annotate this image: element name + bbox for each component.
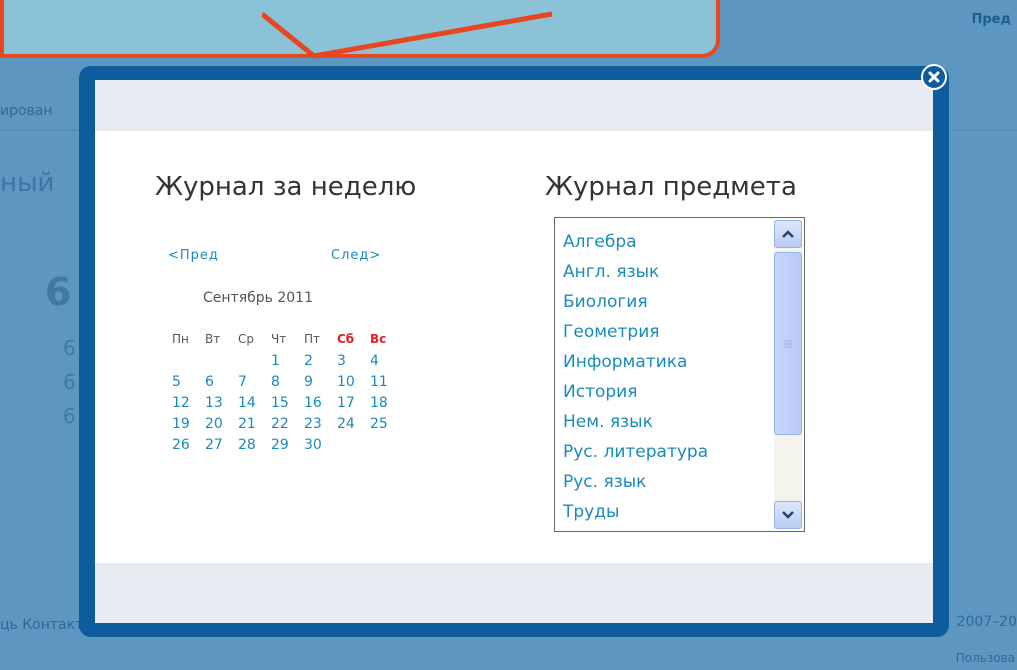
calendar-day[interactable]: 12 — [168, 395, 201, 416]
calendar-day[interactable]: 6 — [201, 374, 234, 395]
close-button[interactable] — [921, 64, 947, 90]
calendar-day[interactable]: 30 — [300, 437, 333, 458]
calendar-day[interactable]: 7 — [234, 374, 267, 395]
subject-listbox[interactable]: Алгебра Англ. язык Биология Геометрия Информ… — [554, 217, 805, 532]
calendar-day[interactable]: 10 — [333, 374, 366, 395]
calendar-empty-cell — [234, 353, 267, 374]
calendar-weekday: Ср — [238, 332, 254, 346]
subject-option[interactable]: Рус. язык — [563, 467, 708, 497]
calendar-day[interactable]: 9 — [300, 374, 333, 395]
calendar-empty-cell — [333, 437, 366, 458]
calendar-week-row: 19 20 21 22 23 24 25 — [168, 416, 399, 437]
scroll-down-button[interactable] — [774, 501, 802, 529]
bg-footer-copyright: 2007–20 — [956, 614, 1017, 630]
subject-option[interactable]: Геометрия — [563, 317, 708, 347]
close-icon — [928, 71, 940, 83]
chevron-up-icon — [782, 230, 794, 238]
calendar-nav: <Пред След> — [168, 248, 400, 272]
calendar-week-row: 26 27 28 29 30 — [168, 437, 399, 458]
subject-option[interactable]: Биология — [563, 287, 708, 317]
subject-items: Алгебра Англ. язык Биология Геометрия Информ… — [563, 227, 708, 527]
calendar-week-row: 1234 — [168, 353, 399, 374]
calendar-prev-link[interactable]: <Пред — [168, 248, 219, 263]
grip-icon — [784, 340, 792, 347]
modal-footer — [95, 563, 933, 623]
calendar-grid: Пн Вт Ср Чт Пт Сб Вс 1 2 3 4 5 6 7 8 9 10 11 12 13 14 15 16 17 1… — [168, 332, 399, 458]
calendar-day[interactable]: 13 — [201, 395, 234, 416]
subject-option[interactable]: История — [563, 377, 708, 407]
calendar-day[interactable]: 20 — [201, 416, 234, 437]
calendar-day[interactable]: 8 — [267, 374, 300, 395]
callout-tail — [262, 10, 553, 59]
calendar-day[interactable]: 5 — [168, 374, 201, 395]
calendar-day[interactable]: 23 — [300, 416, 333, 437]
calendar-empty-cell — [366, 437, 399, 458]
subject-option[interactable]: Англ. язык — [563, 257, 708, 287]
calendar-day[interactable]: 27 — [201, 437, 234, 458]
modal-header — [95, 80, 933, 131]
calendar-day[interactable]: 24 — [333, 416, 366, 437]
calendar-day[interactable]: 3 — [333, 353, 366, 374]
calendar-day[interactable]: 25 — [366, 416, 399, 437]
subject-scrollbar[interactable] — [774, 220, 802, 529]
subject-option[interactable]: Алгебра — [563, 227, 708, 257]
calendar-week-row: 12 13 14 15 16 17 18 — [168, 395, 399, 416]
chevron-down-icon — [782, 511, 794, 519]
calendar-month-label: Сентябрь 2011 — [203, 290, 313, 306]
calendar-day[interactable]: 19 — [168, 416, 201, 437]
calendar-weekday-row: Пн Вт Ср Чт Пт Сб Вс — [168, 332, 399, 353]
bg-top-right-link: Пред — [971, 12, 1011, 27]
calendar-weekday: Чт — [271, 332, 287, 346]
calendar-day[interactable]: 4 — [366, 353, 399, 374]
calendar-day[interactable]: 22 — [267, 416, 300, 437]
calendar-weekday: Пн — [172, 332, 189, 346]
subject-option[interactable]: Рус. литература — [563, 437, 708, 467]
bg-footer-user: Пользова — [955, 651, 1015, 665]
calendar-day[interactable]: 16 — [300, 395, 333, 416]
calendar: <Пред След> Сентябрь 2011 Пн Вт Ср Чт Пт Сб Вс… — [168, 248, 400, 453]
calendar-weekday: Сб — [337, 332, 355, 346]
bg-big-number: 6 — [45, 270, 72, 314]
calendar-weekday: Вт — [205, 332, 221, 346]
subject-journal-title: Журнал предмета — [545, 172, 797, 202]
calendar-day[interactable]: 28 — [234, 437, 267, 458]
calendar-day[interactable]: 14 — [234, 395, 267, 416]
scroll-up-button[interactable] — [774, 220, 802, 248]
calendar-empty-cell — [201, 353, 234, 374]
bg-small-number: 6 — [63, 336, 76, 360]
calendar-empty-cell — [168, 353, 201, 374]
calendar-week-row: 5 6 7 8 9 10 11 — [168, 374, 399, 395]
subject-option[interactable]: Труды — [563, 497, 708, 527]
calendar-next-link[interactable]: След> — [331, 248, 381, 263]
bg-left-text-2: ный — [0, 168, 55, 198]
calendar-day[interactable]: 26 — [168, 437, 201, 458]
calendar-day[interactable]: 21 — [234, 416, 267, 437]
calendar-weekday: Вс — [370, 332, 387, 346]
calendar-day[interactable]: 15 — [267, 395, 300, 416]
calendar-day[interactable]: 11 — [366, 374, 399, 395]
calendar-day[interactable]: 2 — [300, 353, 333, 374]
calendar-weekday: Пт — [304, 332, 321, 346]
calendar-day[interactable]: 17 — [333, 395, 366, 416]
subject-option[interactable]: Нем. язык — [563, 407, 708, 437]
calendar-day[interactable]: 1 — [267, 353, 300, 374]
bg-small-number: 6 — [63, 370, 76, 394]
bg-small-number: 6 — [63, 404, 76, 428]
scroll-thumb[interactable] — [774, 252, 802, 435]
subject-option[interactable]: Информатика — [563, 347, 708, 377]
week-journal-title: Журнал за неделю — [155, 172, 417, 202]
bg-left-text-1: ирован — [0, 103, 53, 119]
calendar-day[interactable]: 29 — [267, 437, 300, 458]
calendar-day[interactable]: 18 — [366, 395, 399, 416]
